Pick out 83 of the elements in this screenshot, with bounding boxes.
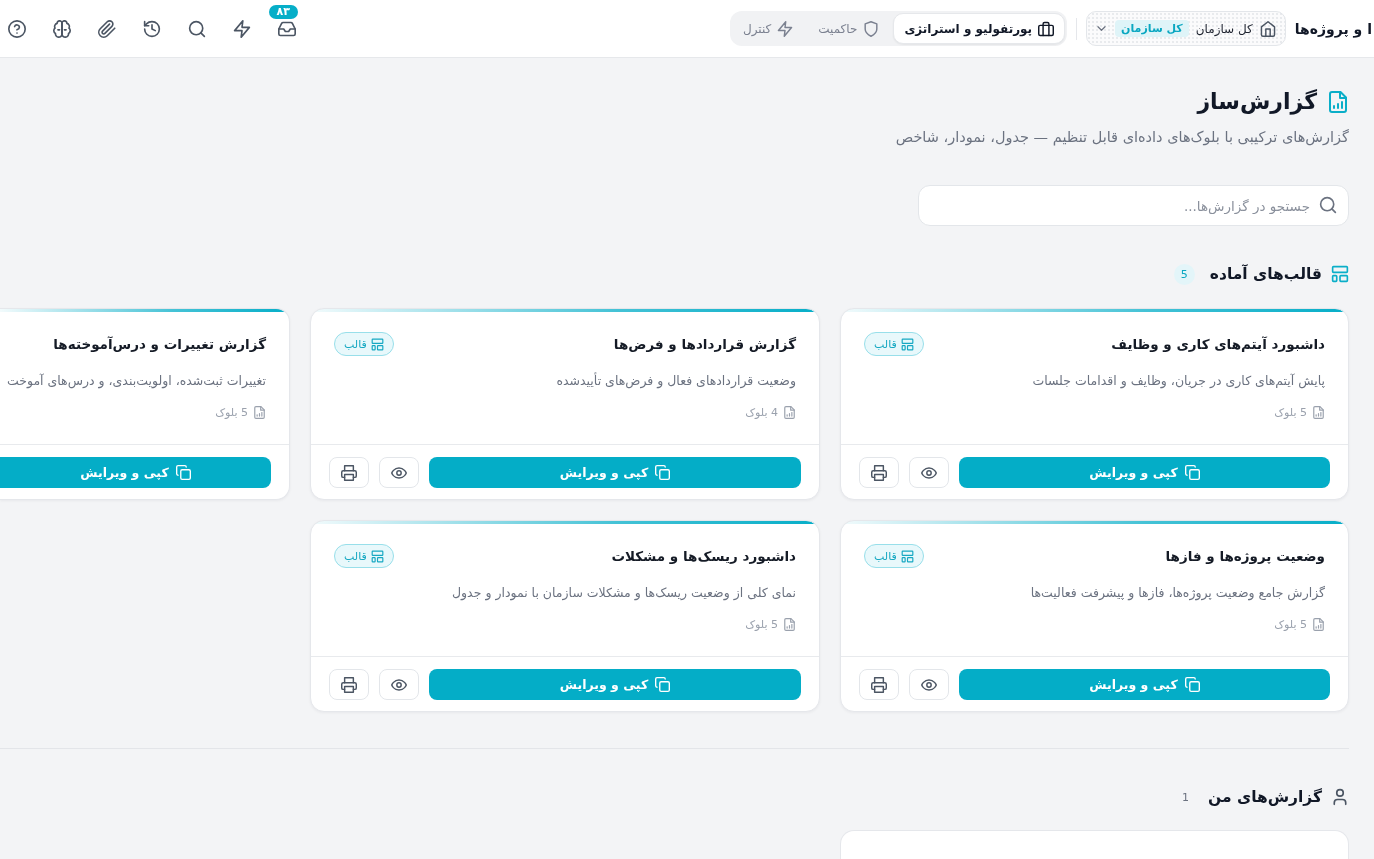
search-icon xyxy=(188,19,206,38)
home-icon xyxy=(1259,20,1276,37)
layout-icon xyxy=(370,549,384,563)
tag-label: قالب xyxy=(344,337,367,351)
card-description: وضعیت قراردادهای فعال و فرض‌های تأییدشده xyxy=(555,371,796,391)
brain-icon xyxy=(53,19,71,38)
preview-button[interactable] xyxy=(379,669,419,700)
layout-icon xyxy=(1331,265,1349,283)
search-field[interactable]: جستجو در گزارش‌ها... xyxy=(918,185,1349,226)
file-chart-icon xyxy=(1327,91,1349,113)
copy-edit-button[interactable]: کپی و ویرایش xyxy=(959,669,1330,700)
print-button[interactable] xyxy=(859,457,899,488)
copy-icon xyxy=(1184,465,1200,480)
card-title: گزارش تغییرات و درس‌آموخته‌ها xyxy=(53,336,266,352)
eye-icon xyxy=(391,676,407,693)
copy-icon xyxy=(655,465,671,480)
nav-tab[interactable]: پورتفولیو و استراتژی xyxy=(893,13,1066,44)
scope-selector[interactable]: کل سازمان کل سازمان xyxy=(1086,11,1286,46)
paperclip-icon xyxy=(98,19,116,38)
page-subtitle: گزارش‌های ترکیبی با بلوک‌های داده‌ای قابل تنظیم — جدول، نمودار، شاخص xyxy=(894,128,1349,147)
nav-tab[interactable]: کنترل xyxy=(731,13,805,44)
section-title: قالب‌های آماده xyxy=(1209,265,1322,283)
layout-icon xyxy=(370,337,384,351)
lightning-icon xyxy=(777,20,794,37)
preview-button[interactable] xyxy=(379,457,419,488)
section-title: گزارش‌های من xyxy=(1208,788,1322,806)
file-chart-icon xyxy=(1312,405,1325,419)
file-chart-icon xyxy=(783,405,796,419)
tag-label: قالب xyxy=(874,549,897,563)
card-title: داشبورد ریسک‌ها و مشکلات xyxy=(611,548,796,564)
preview-button[interactable] xyxy=(909,457,949,488)
copy-edit-button[interactable]: کپی و ویرایش xyxy=(959,457,1330,488)
eye-icon xyxy=(921,676,937,693)
module-title: ا و پروژه‌ها xyxy=(1294,20,1372,37)
user-icon xyxy=(1331,788,1349,806)
printer-icon xyxy=(871,464,887,481)
search-icon xyxy=(1319,196,1337,214)
card-title: داشبورد آیتم‌های کاری و وظایف xyxy=(1111,336,1325,352)
copy-icon xyxy=(1184,677,1200,692)
block-count: 5 بلوک xyxy=(1274,405,1307,419)
card-description: گزارش جامع وضعیت پروژه‌ها، فازها و پیشرفت فعالیت‌ها xyxy=(1029,584,1325,603)
block-count: 5 بلوک xyxy=(745,617,778,631)
tag-label: قالب xyxy=(344,549,367,563)
card-title: وضعیت پروژه‌ها و فازها xyxy=(1165,548,1325,564)
copy-icon xyxy=(175,465,191,480)
printer-icon xyxy=(341,464,357,481)
block-count: 5 بلوک xyxy=(215,405,248,419)
print-button[interactable] xyxy=(859,669,899,700)
briefcase-icon xyxy=(1038,20,1055,37)
page-title: گزارش‌ساز xyxy=(1197,88,1317,117)
nav-tab[interactable]: حاکمیت xyxy=(807,13,891,44)
eye-icon xyxy=(391,464,407,481)
print-button[interactable] xyxy=(329,669,369,700)
help-icon xyxy=(8,19,26,38)
copy-icon xyxy=(655,677,671,692)
notification-count: ۸۳ xyxy=(268,4,298,19)
history-icon xyxy=(143,19,161,38)
eye-icon xyxy=(921,464,937,481)
file-chart-icon xyxy=(1312,617,1325,631)
layout-icon xyxy=(900,337,914,351)
copy-edit-button[interactable]: کپی و ویرایش xyxy=(429,669,801,700)
printer-icon xyxy=(871,676,887,693)
copy-edit-button[interactable]: کپی و ویرایش xyxy=(429,457,801,488)
card-description: نمای کلی از وضعیت ریسک‌ها و مشکلات سازمان با نمودار و جدول xyxy=(451,584,796,603)
preview-button[interactable] xyxy=(909,669,949,700)
template-count: 5 xyxy=(1173,263,1195,285)
printer-icon xyxy=(341,676,357,693)
card-title: گزارش قراردادها و فرض‌ها xyxy=(613,336,796,352)
layout-icon xyxy=(900,549,914,563)
file-chart-icon xyxy=(253,405,266,419)
scope-tag: کل سازمان xyxy=(1115,20,1189,37)
tag-label: قالب xyxy=(874,337,897,351)
lightning-icon xyxy=(233,19,251,38)
block-count: 5 بلوک xyxy=(1274,617,1307,631)
file-chart-icon xyxy=(783,617,796,631)
print-button[interactable] xyxy=(329,457,369,488)
card-description: پایش آیتم‌های کاری در جریان، وظایف و اقدامات جلسات xyxy=(1031,372,1325,391)
card-description: تغییرات ثبت‌شده، اولویت‌بندی، و درس‌های آموخت xyxy=(5,372,266,391)
report-count: 1 xyxy=(1182,790,1189,804)
copy-edit-button[interactable]: کپی و ویرایش xyxy=(0,457,271,488)
block-count: 4 بلوک xyxy=(745,405,778,419)
shield-icon xyxy=(863,20,880,37)
inbox-icon xyxy=(278,19,296,38)
